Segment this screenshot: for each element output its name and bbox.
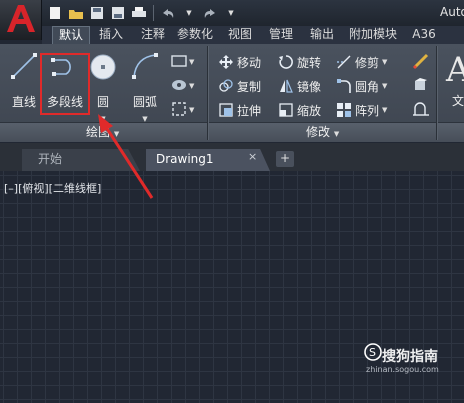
scale-icon — [279, 103, 293, 117]
tab-parametric[interactable]: 参数化 — [172, 26, 218, 44]
autocad-logo-icon — [7, 5, 35, 32]
svg-text:▼: ▼ — [189, 82, 195, 90]
circle-label: 圆 ▼ — [96, 95, 109, 123]
rectangle-tool[interactable]: ▼ — [170, 52, 196, 74]
tab-start-label: 开始 — [38, 152, 63, 166]
highlight-box — [40, 53, 90, 115]
application-menu-button[interactable] — [0, 0, 42, 40]
line-button[interactable]: 直线 — [4, 48, 44, 118]
trim-icon — [337, 55, 351, 69]
copy-label: 复制 — [237, 79, 262, 94]
arc-button[interactable]: 圆弧 ▼ — [126, 48, 164, 123]
move-icon — [219, 55, 233, 69]
toolbar-separator — [153, 5, 154, 21]
redo-dropdown-icon[interactable]: ▼ — [222, 4, 240, 22]
undo-icon[interactable] — [159, 4, 177, 22]
arc-icon — [132, 53, 158, 79]
pencil-icon — [412, 53, 429, 70]
watermark-url: zhinan.sogou.com — [366, 365, 439, 374]
tab-insert[interactable]: 插入 — [94, 26, 128, 44]
hatch-tool[interactable]: ▼ — [170, 76, 196, 98]
explode-icon — [415, 78, 427, 90]
svg-text:▼: ▼ — [189, 58, 195, 66]
draw-panel-title-text: 绘图 — [86, 125, 111, 139]
tab-view[interactable]: 视图 — [223, 26, 257, 44]
panel-separator — [436, 46, 437, 140]
stretch-tool[interactable]: 拉伸 — [218, 100, 261, 120]
watermark-brand: 搜狗指南 — [382, 349, 438, 365]
offset-icon — [413, 102, 429, 116]
document-tab-bar: 开始 Drawing1 — [0, 143, 464, 171]
scale-tool[interactable]: 缩放 — [278, 100, 321, 120]
ribbon-tab-bar: 默认 插入 注释 参数化 视图 管理 输出 附加模块 A36 — [42, 26, 464, 44]
circle-button[interactable]: 圆 ▼ — [88, 48, 118, 123]
erase-tool[interactable] — [412, 52, 430, 74]
tab-drawing1-label: Drawing1 — [156, 152, 214, 166]
line-label: 直线 — [11, 95, 36, 109]
copy-tool[interactable]: 复制 — [218, 76, 261, 96]
svg-text:S: S — [369, 346, 376, 359]
array-label: 阵列 — [355, 103, 380, 118]
close-tab-icon[interactable]: × — [248, 150, 257, 163]
new-tab-button[interactable]: + — [276, 151, 294, 167]
quick-access-toolbar: ▼ ▼ — [46, 3, 240, 23]
boundary-tool[interactable]: ▼ — [170, 100, 196, 122]
offset-tool[interactable] — [412, 100, 430, 122]
panel-title-bar — [0, 122, 464, 142]
rotate-tool[interactable]: 旋转 — [278, 52, 321, 72]
arc-label: 圆弧 ▼ — [132, 95, 157, 123]
circle-icon — [90, 54, 116, 80]
viewport-controls[interactable]: [–][俯视][二维线框] — [4, 180, 101, 196]
tab-a360[interactable]: A36 — [404, 26, 444, 44]
text-tool-label: 文 — [452, 94, 464, 108]
panel-separator — [207, 46, 208, 140]
trim-label: 修剪 — [355, 55, 380, 70]
array-tool[interactable]: 阵列 ▼ — [336, 100, 387, 120]
tab-default[interactable]: 默认 — [52, 26, 90, 44]
move-label: 移动 — [237, 55, 262, 70]
scale-label: 缩放 — [297, 103, 322, 118]
tab-output[interactable]: 输出 — [305, 26, 339, 44]
draw-panel-title[interactable]: 绘图 ▼ — [86, 124, 119, 140]
fillet-tool[interactable]: 圆角 ▼ — [336, 76, 387, 96]
trim-tool[interactable]: 修剪 ▼ — [336, 52, 387, 72]
array-icon — [337, 103, 351, 117]
text-tool-partial-icon[interactable]: A — [446, 50, 464, 90]
mirror-tool[interactable]: 镜像 — [278, 76, 321, 96]
explode-tool[interactable] — [412, 76, 430, 98]
mirror-icon — [280, 79, 293, 93]
new-icon[interactable] — [46, 4, 64, 22]
modify-panel-title[interactable]: 修改 ▼ — [306, 124, 339, 140]
print-icon[interactable] — [130, 4, 148, 22]
saveas-icon[interactable] — [109, 4, 127, 22]
undo-dropdown-icon[interactable]: ▼ — [180, 4, 198, 22]
rotate-icon — [279, 55, 293, 69]
fillet-label: 圆角 — [355, 79, 380, 94]
fillet-icon — [337, 79, 351, 93]
move-tool[interactable]: 移动 — [218, 52, 261, 72]
rotate-label: 旋转 — [297, 55, 322, 70]
stretch-icon — [219, 103, 233, 117]
sogou-logo-icon: S — [364, 343, 382, 361]
tab-start[interactable]: 开始 — [22, 149, 140, 171]
svg-text:▼: ▼ — [189, 106, 195, 114]
tab-annotate[interactable]: 注释 — [136, 26, 170, 44]
modify-panel-title-text: 修改 — [306, 125, 331, 139]
tab-manage[interactable]: 管理 — [264, 26, 298, 44]
mirror-label: 镜像 — [297, 79, 322, 94]
line-icon — [11, 53, 37, 79]
window-title: Auto — [440, 5, 464, 19]
tab-addins[interactable]: 附加模块 — [344, 26, 402, 44]
copy-icon — [219, 79, 233, 92]
save-icon[interactable] — [88, 4, 106, 22]
stretch-label: 拉伸 — [237, 103, 262, 118]
redo-icon[interactable] — [201, 4, 219, 22]
open-icon[interactable] — [67, 4, 85, 22]
